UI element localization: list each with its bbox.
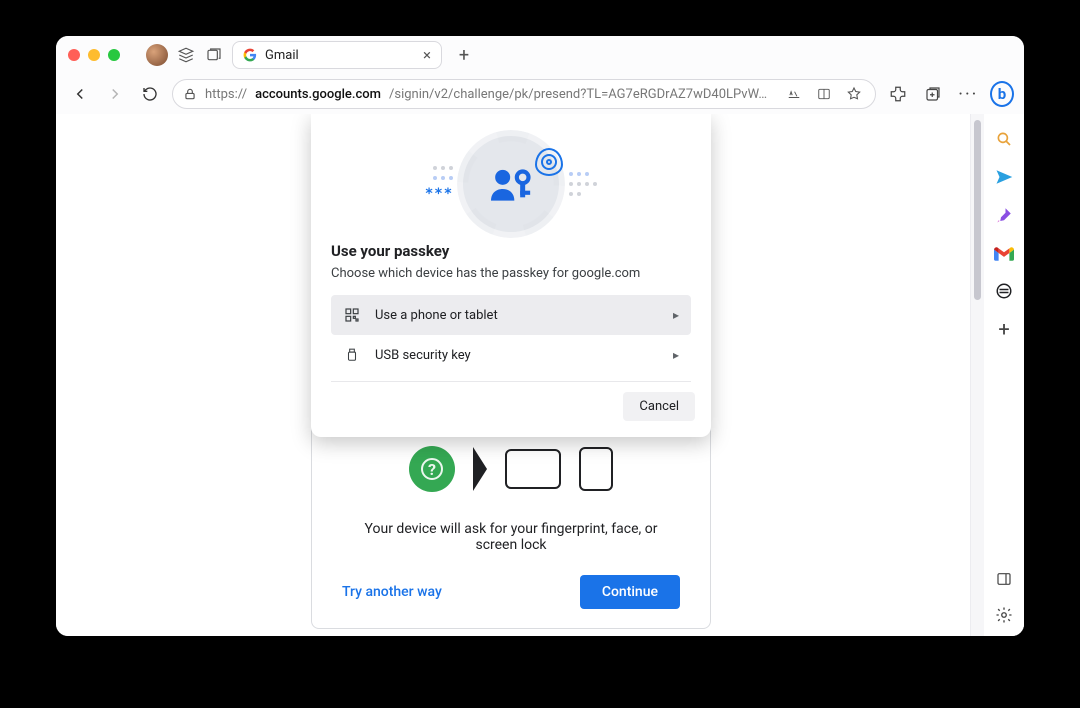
dialog-hero: *** bbox=[311, 134, 711, 234]
chevron-right-icon: ▸ bbox=[673, 348, 679, 362]
sidebar-gmail-icon[interactable] bbox=[993, 242, 1015, 264]
sidebar-burger-icon[interactable] bbox=[993, 280, 1015, 302]
option-label: USB security key bbox=[375, 348, 471, 363]
extensions-icon[interactable] bbox=[884, 79, 911, 109]
signin-card: Your device will ask for your fingerprin… bbox=[311, 414, 711, 629]
favorite-icon[interactable] bbox=[843, 79, 865, 109]
close-tab-icon[interactable]: × bbox=[423, 46, 431, 64]
option-usb-key[interactable]: USB security key ▸ bbox=[331, 335, 691, 375]
browser-tab[interactable]: Gmail × bbox=[232, 41, 442, 69]
dialog-title: Use your passkey bbox=[331, 242, 691, 260]
lock-icon bbox=[183, 87, 197, 101]
close-window-button[interactable] bbox=[68, 49, 80, 61]
address-bar[interactable]: https:// accounts.google.com/signin/v2/ch… bbox=[172, 79, 876, 109]
url-host: accounts.google.com bbox=[255, 87, 381, 102]
sidebar-panel-icon[interactable] bbox=[993, 568, 1015, 590]
more-menu-icon[interactable]: ··· bbox=[955, 79, 982, 109]
sidebar-brush-icon[interactable] bbox=[993, 204, 1015, 226]
cancel-button[interactable]: Cancel bbox=[623, 392, 695, 421]
titlebar: Gmail × + bbox=[56, 36, 1024, 74]
reload-button[interactable] bbox=[137, 79, 164, 109]
minimize-window-button[interactable] bbox=[88, 49, 100, 61]
fingerprint-badge-icon bbox=[535, 148, 563, 176]
qr-code-icon bbox=[343, 306, 361, 324]
try-another-way-link[interactable]: Try another way bbox=[342, 584, 442, 600]
passkey-hero-icon bbox=[463, 136, 559, 232]
browser-sidebar: + bbox=[984, 114, 1024, 636]
maximize-window-button[interactable] bbox=[108, 49, 120, 61]
window-controls bbox=[68, 49, 120, 61]
usb-key-icon bbox=[343, 346, 361, 364]
chevron-right-icon: ▸ bbox=[673, 308, 679, 322]
vertical-scrollbar[interactable] bbox=[970, 114, 984, 636]
sidebar-settings-icon[interactable] bbox=[993, 604, 1015, 626]
url-protocol: https:// bbox=[205, 87, 247, 102]
sidebar-send-icon[interactable] bbox=[993, 166, 1015, 188]
passkey-dialog: *** bbox=[311, 114, 711, 437]
fingerprint-icon bbox=[409, 446, 455, 492]
workspaces-icon[interactable] bbox=[176, 45, 196, 65]
tablet-icon bbox=[579, 447, 613, 491]
url-path: /signin/v2/challenge/pk/presend?TL=AG7eR… bbox=[389, 87, 767, 102]
bing-chat-button[interactable] bbox=[990, 81, 1014, 107]
content-area: Your device will ask for your fingerprin… bbox=[56, 114, 1024, 636]
reader-view-icon[interactable] bbox=[813, 79, 835, 109]
laptop-icon bbox=[505, 449, 561, 489]
collections-icon[interactable] bbox=[919, 79, 946, 109]
profile-avatar[interactable] bbox=[146, 44, 168, 66]
sidebar-add-button[interactable]: + bbox=[993, 318, 1015, 340]
new-tab-button[interactable]: + bbox=[450, 41, 478, 69]
back-button[interactable] bbox=[66, 79, 93, 109]
continue-button[interactable]: Continue bbox=[580, 575, 680, 609]
password-masked-icon: *** bbox=[425, 186, 453, 202]
passkey-illustration bbox=[342, 445, 680, 493]
passkey-hint: Your device will ask for your fingerprin… bbox=[342, 521, 680, 553]
google-favicon-icon bbox=[243, 48, 257, 62]
option-label: Use a phone or tablet bbox=[375, 308, 498, 323]
toolbar: https:// accounts.google.com/signin/v2/ch… bbox=[56, 74, 1024, 114]
forward-button bbox=[101, 79, 128, 109]
read-aloud-icon[interactable] bbox=[783, 79, 805, 109]
web-page: Your device will ask for your fingerprin… bbox=[56, 114, 970, 636]
scrollbar-thumb[interactable] bbox=[974, 120, 981, 300]
tab-title: Gmail bbox=[265, 48, 299, 63]
browser-window: Gmail × + https:// accounts.google.com/si… bbox=[56, 36, 1024, 636]
sidebar-search-icon[interactable] bbox=[993, 128, 1015, 150]
option-phone-tablet[interactable]: Use a phone or tablet ▸ bbox=[331, 295, 691, 335]
dialog-subtitle: Choose which device has the passkey for … bbox=[331, 266, 691, 281]
divider bbox=[331, 381, 691, 382]
tab-overview-icon[interactable] bbox=[204, 45, 224, 65]
